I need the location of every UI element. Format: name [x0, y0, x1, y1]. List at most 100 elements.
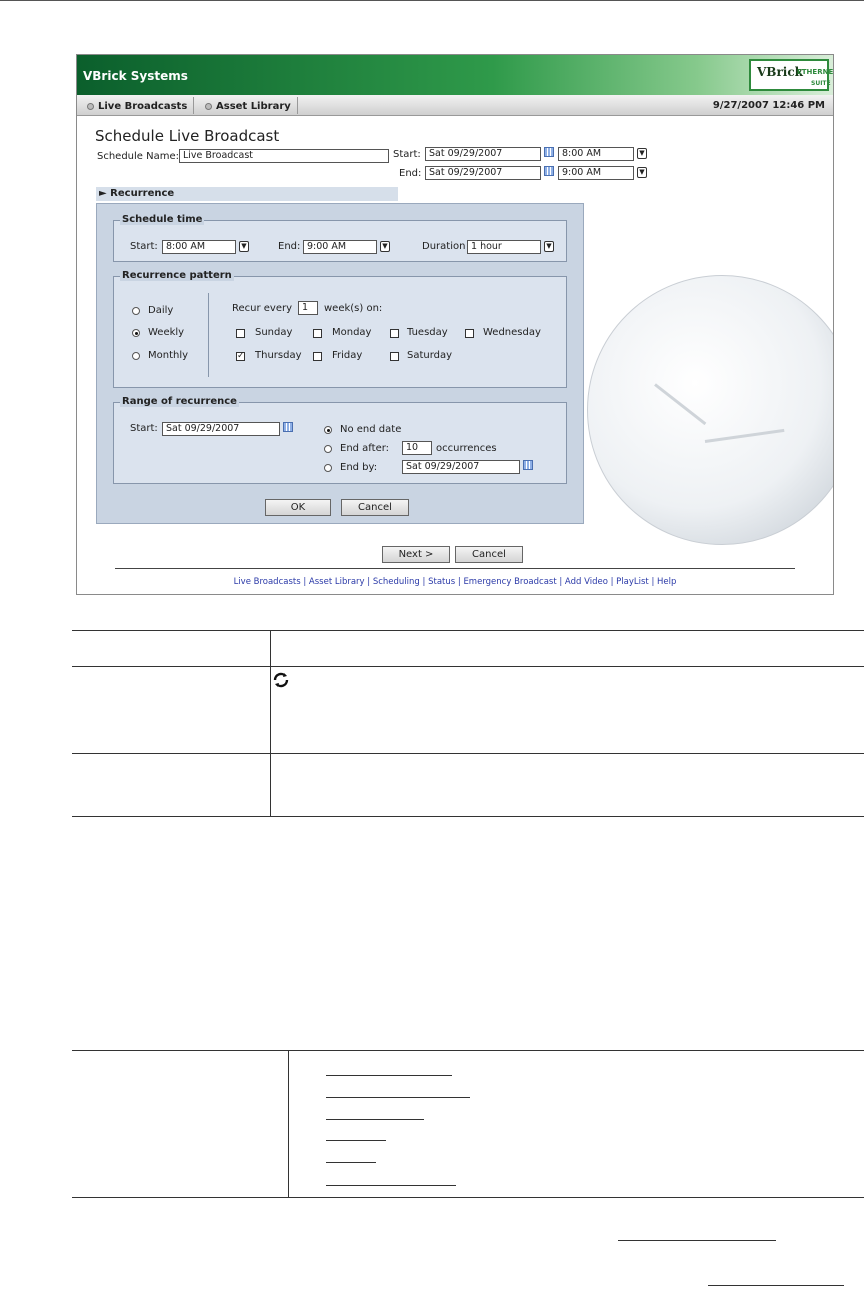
refresh-icon-svg: [273, 672, 289, 688]
weekly-label: Weekly: [148, 327, 185, 338]
cancel-button[interactable]: Cancel: [455, 546, 523, 563]
footer-links[interactable]: Live Broadcasts | Asset Library | Schedu…: [77, 577, 833, 587]
schedule-name-input[interactable]: Live Broadcast: [179, 149, 389, 163]
recurrence-panel: Schedule time Start: 8:00 AM ▼ End: 9:00…: [96, 203, 584, 524]
brand-title: VBrick Systems: [83, 69, 188, 83]
st-start-select[interactable]: 8:00 AM: [162, 240, 236, 254]
recurrence-cancel-button[interactable]: Cancel: [341, 499, 409, 516]
radio-end-after[interactable]: [324, 445, 332, 453]
schedule-time-legend: Schedule time: [120, 214, 205, 225]
clock-image: [587, 275, 833, 545]
recurrence-pattern-group: Recurrence pattern Daily Weekly Monthly …: [113, 270, 567, 388]
end-date-input[interactable]: Sat 09/29/2007: [425, 166, 541, 180]
calendar-icon[interactable]: [544, 147, 554, 157]
checkbox-tuesday[interactable]: [390, 329, 399, 338]
dropdown-arrow-icon[interactable]: ▼: [239, 241, 249, 252]
recur-every-input[interactable]: 1: [298, 301, 318, 315]
end-by-label: End by:: [340, 462, 378, 473]
start-time-select[interactable]: 8:00 AM: [558, 147, 634, 161]
table-rule: [72, 753, 864, 754]
link-underline[interactable]: [326, 1140, 386, 1141]
end-by-input[interactable]: Sat 09/29/2007: [402, 460, 520, 474]
table-rule: [72, 630, 864, 631]
table-rule: [72, 666, 864, 667]
checkbox-sunday[interactable]: [236, 329, 245, 338]
top-rule: [0, 0, 864, 1]
tab-asset-library[interactable]: Asset Library: [199, 97, 298, 114]
table-rule: [72, 816, 864, 817]
checkbox-wednesday[interactable]: [465, 329, 474, 338]
tab-live-broadcasts[interactable]: Live Broadcasts: [81, 97, 195, 114]
table-rule: [72, 1197, 864, 1198]
radio-daily[interactable]: [132, 307, 140, 315]
monthly-label: Monthly: [148, 350, 189, 361]
range-of-recurrence-group: Range of recurrence Start: Sat 09/29/200…: [113, 396, 567, 484]
logo-suite: SUITE: [811, 80, 831, 87]
link-underline[interactable]: [326, 1075, 452, 1076]
link-underline[interactable]: [708, 1285, 844, 1286]
current-datetime: 9/27/2007 12:46 PM: [712, 100, 825, 111]
start-label: Start:: [393, 149, 421, 160]
range-start-input[interactable]: Sat 09/29/2007: [162, 422, 280, 436]
end-label: End:: [399, 168, 422, 179]
ok-button[interactable]: OK: [265, 499, 331, 516]
checkbox-saturday[interactable]: [390, 352, 399, 361]
radio-weekly[interactable]: [132, 329, 140, 337]
app-header: VBrick Systems VBrick ETHERNETV SUITE: [77, 55, 833, 95]
dropdown-arrow-icon[interactable]: ▼: [637, 148, 647, 159]
calendar-icon[interactable]: [544, 166, 554, 176]
dropdown-arrow-icon[interactable]: ▼: [544, 241, 554, 252]
friday-label: Friday: [332, 350, 363, 361]
nav-bar: Live Broadcasts Asset Library 9/27/2007 …: [77, 95, 833, 116]
logo-sub: ETHERNETV: [797, 68, 834, 76]
recurrence-pattern-legend: Recurrence pattern: [120, 270, 234, 281]
daily-label: Daily: [148, 305, 174, 316]
sunday-label: Sunday: [255, 327, 293, 338]
dropdown-arrow-icon[interactable]: ▼: [380, 241, 390, 252]
range-start-label: Start:: [130, 423, 158, 434]
link-underline[interactable]: [326, 1185, 456, 1186]
checkbox-friday[interactable]: [313, 352, 322, 361]
duration-label: Duration: [422, 241, 466, 252]
tuesday-label: Tuesday: [407, 327, 448, 338]
radio-end-by[interactable]: [324, 464, 332, 472]
calendar-icon[interactable]: [283, 422, 293, 432]
wednesday-label: Wednesday: [483, 327, 541, 338]
st-end-label: End:: [278, 241, 301, 252]
end-after-input[interactable]: 10: [402, 441, 432, 455]
radio-dot-icon: [205, 103, 212, 110]
radio-monthly[interactable]: [132, 352, 140, 360]
start-date-input[interactable]: Sat 09/29/2007: [425, 147, 541, 161]
link-underline[interactable]: [326, 1119, 424, 1120]
no-end-date-label: No end date: [340, 424, 402, 435]
range-legend: Range of recurrence: [120, 396, 239, 407]
occurrences-label: occurrences: [436, 443, 497, 454]
checkbox-monday[interactable]: [313, 329, 322, 338]
st-end-select[interactable]: 9:00 AM: [303, 240, 377, 254]
radio-dot-icon: [87, 103, 94, 110]
next-button[interactable]: Next >: [382, 546, 450, 563]
link-underline[interactable]: [326, 1097, 470, 1098]
calendar-icon[interactable]: [523, 460, 533, 470]
end-after-label: End after:: [340, 443, 390, 454]
app-window: VBrick Systems VBrick ETHERNETV SUITE Li…: [76, 54, 834, 595]
schedule-time-group: Schedule time Start: 8:00 AM ▼ End: 9:00…: [113, 214, 567, 262]
table-column-divider: [270, 630, 271, 817]
radio-no-end-date[interactable]: [324, 426, 332, 434]
schedule-name-label: Schedule Name:: [97, 151, 180, 162]
recurrence-toggle[interactable]: ► Recurrence: [96, 187, 398, 201]
weeks-on-label: week(s) on:: [324, 303, 383, 314]
dropdown-arrow-icon[interactable]: ▼: [637, 167, 647, 178]
link-underline[interactable]: [618, 1240, 776, 1241]
duration-select[interactable]: 1 hour: [467, 240, 541, 254]
link-underline[interactable]: [326, 1162, 376, 1163]
refresh-icon: [272, 672, 290, 691]
page-title: Schedule Live Broadcast: [95, 127, 280, 145]
divider: [208, 293, 209, 377]
footer-divider: [115, 568, 795, 569]
vbrick-logo: VBrick ETHERNETV SUITE: [749, 59, 833, 91]
end-time-select[interactable]: 9:00 AM: [558, 166, 634, 180]
table-column-divider: [288, 1050, 289, 1198]
checkbox-thursday[interactable]: ✓: [236, 352, 245, 361]
st-start-label: Start:: [130, 241, 158, 252]
